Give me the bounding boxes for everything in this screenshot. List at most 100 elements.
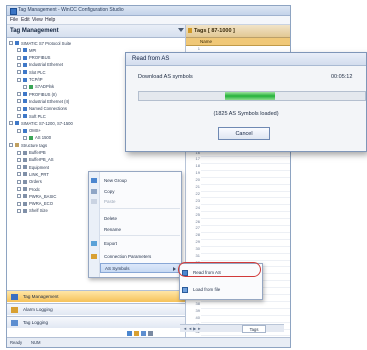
- pager[interactable]: ◄ ◄ ▶ ►: [183, 326, 201, 331]
- expand-icon[interactable]: [17, 150, 21, 155]
- tree-item[interactable]: TCP/IP: [17, 77, 43, 83]
- expand-icon[interactable]: [17, 194, 21, 199]
- alarm-icon[interactable]: [134, 331, 139, 336]
- expand-icon[interactable]: [17, 70, 21, 75]
- chevron-down-icon[interactable]: [178, 28, 184, 32]
- tree-item-label: OMS+: [29, 128, 41, 134]
- nav-tag-management[interactable]: Tag Management: [7, 290, 185, 302]
- settings-icon[interactable]: [148, 331, 153, 336]
- tree-item[interactable]: S7ADPlnk: [23, 84, 54, 90]
- window-title: Tag Management - WinCC Configuration Stu…: [18, 7, 124, 13]
- copy-icon: [91, 188, 97, 194]
- expand-icon[interactable]: [17, 128, 21, 133]
- menu-item-export[interactable]: Export: [91, 238, 180, 248]
- tab-tags[interactable]: Tags: [242, 325, 266, 333]
- row-divider: [201, 225, 290, 226]
- menu-view[interactable]: View: [32, 17, 43, 23]
- expand-icon[interactable]: [17, 208, 21, 213]
- menu-item-rename[interactable]: Rename: [100, 224, 180, 234]
- app-icon: [10, 8, 17, 15]
- tree-item[interactable]: Prodc: [17, 186, 40, 192]
- log-icon: [11, 320, 18, 326]
- expand-icon[interactable]: [9, 121, 13, 126]
- menu-item-delete[interactable]: Delete: [100, 213, 180, 223]
- tree-item[interactable]: SIMATIC S7-1200, S7-1500: [9, 120, 73, 126]
- expand-icon[interactable]: [17, 179, 21, 184]
- menu-item-paste[interactable]: Paste: [91, 196, 180, 206]
- network-icon: [23, 70, 27, 75]
- expand-icon[interactable]: [17, 106, 21, 111]
- menu-help[interactable]: Help: [45, 17, 55, 23]
- expand-icon[interactable]: [17, 99, 21, 104]
- expand-icon[interactable]: [17, 48, 21, 53]
- tree-item-label: Industrial Ethernet: [29, 62, 63, 68]
- tree-item[interactable]: Orders: [17, 179, 42, 185]
- tree-item[interactable]: LINK_PRT: [17, 171, 49, 177]
- tree-item[interactable]: Slot PLC: [17, 69, 46, 75]
- struct-icon: [23, 172, 27, 177]
- chart-icon[interactable]: [141, 331, 146, 336]
- tree-item[interactable]: AS 1500: [23, 135, 51, 141]
- network-icon: [23, 92, 27, 97]
- tree-item[interactable]: OMS+: [17, 128, 41, 134]
- tree-item[interactable]: Industrial Ethernet (II): [17, 98, 69, 104]
- expand-icon[interactable]: [23, 84, 27, 89]
- tree-item[interactable]: MPI: [17, 47, 36, 53]
- expand-icon[interactable]: [17, 114, 21, 118]
- tree-item[interactable]: Shelf Size: [17, 208, 48, 214]
- tree-item[interactable]: Soft PLC: [17, 113, 46, 119]
- tree-item[interactable]: Named Connections: [17, 106, 67, 112]
- name-column-header[interactable]: Name: [186, 38, 290, 46]
- menu-item-as-symbols[interactable]: AS Symbols: [100, 263, 180, 273]
- expand-icon[interactable]: [17, 165, 21, 170]
- folder-icon: [15, 143, 19, 148]
- paste-icon: [91, 198, 97, 204]
- new-group-icon: [91, 177, 97, 183]
- tree-item[interactable]: PROFIBUS (II): [17, 91, 57, 97]
- expand-icon[interactable]: [17, 92, 21, 97]
- expand-icon[interactable]: [17, 201, 21, 206]
- tree-item[interactable]: BufferPB: [17, 150, 46, 156]
- expand-icon[interactable]: [17, 157, 21, 162]
- menu-file[interactable]: File: [10, 17, 18, 23]
- tree-item[interactable]: PROFIBUS: [17, 55, 50, 61]
- expand-icon[interactable]: [17, 77, 21, 82]
- tree-item[interactable]: Industrial Ethernet: [17, 62, 63, 68]
- expand-icon[interactable]: [17, 62, 21, 67]
- expand-icon[interactable]: [17, 55, 21, 60]
- tree-item[interactable]: Structure tags: [9, 142, 47, 148]
- tree-item[interactable]: BufferPB_AS: [17, 157, 54, 163]
- row-divider: [201, 252, 290, 254]
- tree-item[interactable]: PWRA_ECO: [17, 201, 53, 207]
- menu-edit[interactable]: Edit: [21, 17, 30, 23]
- grid-icon[interactable]: [127, 331, 132, 336]
- menu-item-connection-parameters[interactable]: Connection Parameters: [91, 251, 180, 261]
- expand-icon[interactable]: [9, 143, 13, 148]
- connection-icon: [29, 135, 33, 140]
- expand-icon[interactable]: [9, 41, 13, 45]
- menu-item-label: Paste: [104, 198, 116, 204]
- row-divider: [201, 169, 290, 171]
- tree-item-label: Slot PLC: [29, 69, 46, 75]
- tree-item[interactable]: PWRA_BASIC: [17, 193, 56, 199]
- menu-item-copy[interactable]: Copy: [91, 186, 180, 196]
- menu-item-new-group[interactable]: New Group: [91, 175, 180, 185]
- context-menu: New Group Copy Paste Delete Rename Expor…: [88, 171, 182, 278]
- row-divider: [201, 183, 290, 185]
- cancel-button[interactable]: Cancel: [218, 127, 270, 140]
- tree-item[interactable]: SIMATIC S7 Protocol Suite: [9, 40, 71, 46]
- progress-bar: [138, 91, 366, 101]
- nav-alarm-logging[interactable]: Alarm Logging: [7, 303, 185, 315]
- load-file-icon: [182, 286, 188, 293]
- tree-item-label: Structure tags: [21, 142, 48, 148]
- tree-item-label: Prodc: [29, 186, 40, 192]
- expand-icon[interactable]: [17, 187, 21, 191]
- tree-item[interactable]: Equipment: [17, 164, 49, 170]
- struct-icon: [23, 201, 27, 206]
- expand-icon[interactable]: [23, 135, 27, 140]
- expand-icon[interactable]: [17, 172, 21, 177]
- nav-tag-logging[interactable]: Tag Logging: [7, 316, 185, 328]
- tree-item-label: Shelf Size: [29, 208, 48, 214]
- menu-item-load-from-file[interactable]: Load from file: [182, 284, 260, 295]
- row-divider: [201, 231, 290, 233]
